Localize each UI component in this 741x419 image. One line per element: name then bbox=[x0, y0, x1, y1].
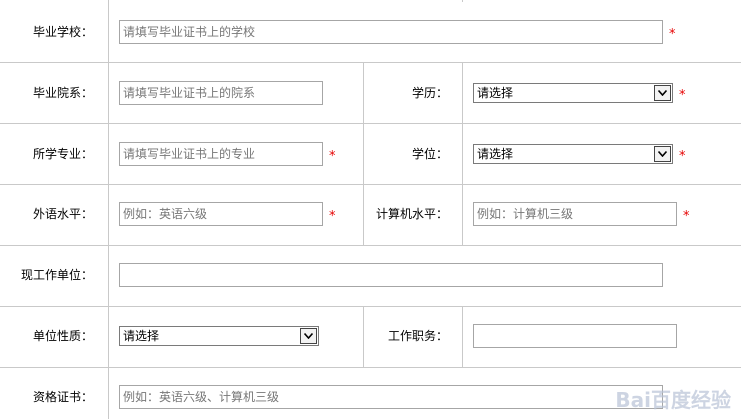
education-label: 学历： bbox=[411, 86, 448, 100]
chevron-down-icon[interactable] bbox=[300, 328, 317, 344]
row-divider bbox=[0, 245, 741, 246]
watermark-logo: Bai百度经验 bbox=[615, 388, 731, 412]
education-required-mark: * bbox=[679, 88, 686, 103]
unit-type-label: 单位性质： bbox=[32, 329, 93, 343]
education-select[interactable]: 请选择 bbox=[473, 83, 673, 103]
computer-level-label: 计算机水平： bbox=[375, 207, 448, 221]
education-select-value: 请选择 bbox=[477, 86, 514, 100]
row-divider bbox=[0, 184, 741, 185]
row-divider bbox=[0, 62, 741, 63]
certificate-input[interactable] bbox=[119, 385, 663, 409]
row-divider bbox=[0, 306, 741, 307]
language-level-label: 外语水平： bbox=[32, 207, 93, 221]
degree-label: 学位： bbox=[411, 147, 448, 161]
job-title-label: 工作职务： bbox=[387, 329, 448, 343]
unit-type-select-value: 请选择 bbox=[123, 329, 160, 343]
education-form: 毕业学校： * 毕业院系： 学历： 请选择 * 所学专业： * 学位： 请选择 … bbox=[0, 0, 741, 419]
computer-required-mark: * bbox=[683, 209, 690, 224]
school-required-mark: * bbox=[669, 27, 676, 42]
major-input[interactable] bbox=[119, 142, 323, 166]
major-label: 所学专业： bbox=[32, 147, 93, 161]
language-required-mark: * bbox=[329, 209, 336, 224]
job-title-input[interactable] bbox=[473, 324, 677, 348]
chevron-down-icon[interactable] bbox=[654, 85, 671, 101]
employer-label: 现工作单位： bbox=[20, 268, 93, 282]
computer-level-input[interactable] bbox=[473, 202, 677, 226]
column-divider bbox=[108, 0, 109, 419]
language-level-input[interactable] bbox=[119, 202, 323, 226]
column-divider bbox=[462, 0, 463, 2]
certificate-label: 资格证书： bbox=[32, 390, 93, 404]
column-divider bbox=[462, 62, 463, 246]
unit-type-select[interactable]: 请选择 bbox=[119, 326, 319, 346]
degree-select-value: 请选择 bbox=[477, 147, 514, 161]
degree-select[interactable]: 请选择 bbox=[473, 144, 673, 164]
department-input[interactable] bbox=[119, 81, 323, 105]
row-divider bbox=[0, 123, 741, 124]
major-required-mark: * bbox=[329, 149, 336, 164]
row-divider bbox=[0, 367, 741, 368]
department-label: 毕业院系： bbox=[32, 86, 93, 100]
employer-input[interactable] bbox=[119, 263, 663, 287]
degree-required-mark: * bbox=[679, 149, 686, 164]
column-divider bbox=[462, 306, 463, 368]
chevron-down-icon[interactable] bbox=[654, 146, 671, 162]
school-input[interactable] bbox=[119, 20, 663, 44]
school-label: 毕业学校： bbox=[32, 25, 93, 39]
